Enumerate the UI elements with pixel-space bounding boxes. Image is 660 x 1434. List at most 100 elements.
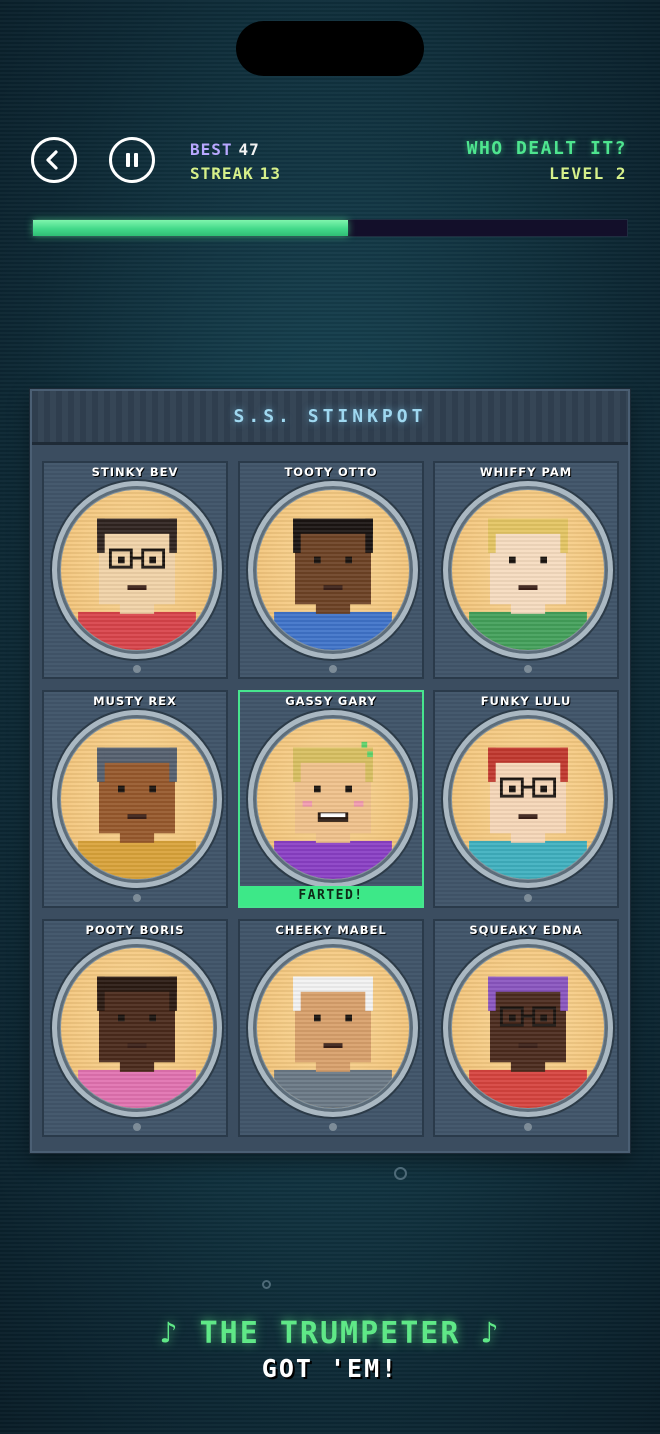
eye: [540, 1014, 547, 1022]
device-notch: [236, 21, 424, 76]
suspect-card[interactable]: POOTY BORIS: [42, 919, 228, 1137]
score-stats: BEST 47 STREAK 13: [190, 138, 281, 186]
glasses-lens: [141, 548, 166, 569]
suspect-name: POOTY BORIS: [85, 923, 185, 937]
bubble-decoration: [394, 1167, 407, 1180]
mouth: [127, 814, 147, 819]
shirt: [274, 840, 392, 879]
hair: [365, 747, 373, 782]
suspect-card[interactable]: STINKY BEV: [42, 461, 228, 679]
suspect-portrait: [469, 747, 587, 879]
suspect-name: GASSY GARY: [285, 694, 377, 708]
glasses-lens: [499, 777, 524, 798]
rivet: [133, 894, 141, 902]
glasses-lens: [532, 777, 557, 798]
suspect-portrait: [78, 747, 196, 879]
suspect-name: MUSTY REX: [93, 694, 177, 708]
hair: [488, 518, 568, 534]
glasses-lens: [532, 1006, 557, 1027]
teeth: [320, 813, 346, 818]
face: [99, 753, 175, 834]
face: [99, 524, 175, 605]
neck: [119, 1058, 155, 1072]
porthole-window: [61, 490, 213, 650]
game-header: WHO DEALT IT? LEVEL 2: [467, 137, 627, 187]
eye: [509, 785, 516, 793]
porthole: [248, 939, 418, 1117]
eye: [314, 1014, 321, 1022]
suspect-portrait: [78, 518, 196, 650]
glasses-bridge: [522, 785, 534, 789]
porthole: [443, 939, 613, 1117]
mouth: [317, 812, 349, 822]
hair: [97, 976, 105, 1011]
neck: [510, 600, 546, 614]
streak-label: STREAK: [190, 164, 254, 183]
pause-icon: [126, 153, 138, 167]
result-title: ♪ THE TRUMPETER ♪: [159, 1316, 501, 1351]
ship-header: S.S. STINKPOT: [32, 391, 628, 445]
hair: [97, 518, 177, 534]
suspect-card[interactable]: CHEEKY MABEL: [238, 919, 424, 1137]
suspect-name: WHIFFY PAM: [479, 465, 573, 479]
hair: [488, 747, 496, 782]
bubble-decoration: [262, 1280, 271, 1289]
suspect-card[interactable]: SQUEAKY EDNA: [433, 919, 619, 1137]
hair: [97, 976, 177, 992]
hair: [293, 518, 373, 534]
suspect-card[interactable]: GASSY GARY FARTED!: [238, 690, 424, 908]
eye: [509, 556, 516, 564]
porthole-window: [61, 719, 213, 879]
suspect-name: STINKY BEV: [91, 465, 179, 479]
suspect-name: FUNKY LULU: [480, 694, 572, 708]
hair: [169, 518, 177, 553]
hair: [560, 518, 568, 553]
face: [295, 982, 371, 1063]
mouth: [323, 1043, 343, 1048]
suspect-card[interactable]: WHIFFY PAM: [433, 461, 619, 679]
neck: [315, 600, 351, 614]
porthole-window: [257, 719, 409, 879]
back-button[interactable]: [31, 137, 77, 183]
eye: [345, 556, 352, 564]
hair: [488, 747, 568, 763]
best-value: 47: [238, 140, 260, 159]
progress-fill: [33, 220, 348, 236]
rivet: [329, 1123, 337, 1131]
eye: [540, 556, 547, 564]
eye: [149, 556, 156, 564]
pause-button[interactable]: [109, 137, 155, 183]
hair: [488, 518, 496, 553]
hair: [293, 976, 373, 992]
eye: [118, 1014, 125, 1022]
shirt: [78, 840, 196, 879]
progress-bar: [32, 219, 628, 237]
rivet: [524, 665, 532, 673]
cheek: [302, 800, 313, 807]
porthole: [248, 710, 418, 888]
mouth: [127, 1043, 147, 1048]
suspect-card[interactable]: FUNKY LULU: [433, 690, 619, 908]
glasses-bridge: [131, 556, 143, 560]
suspect-card[interactable]: TOOTY OTTO: [238, 461, 424, 679]
cheek: [353, 800, 364, 807]
ship-name: S.S. STINKPOT: [233, 406, 427, 427]
suspect-portrait: [274, 976, 392, 1108]
porthole: [248, 481, 418, 659]
eye: [149, 785, 156, 793]
suspect-card[interactable]: MUSTY REX: [42, 690, 228, 908]
hair: [560, 747, 568, 782]
hair: [293, 747, 373, 763]
suspect-portrait: [469, 976, 587, 1108]
porthole: [443, 710, 613, 888]
streak-row: STREAK 13: [190, 162, 281, 186]
best-label: BEST: [190, 140, 233, 159]
suspect-portrait: [78, 976, 196, 1108]
hair: [293, 747, 301, 782]
porthole: [443, 481, 613, 659]
shirt: [78, 1069, 196, 1108]
shirt: [469, 1069, 587, 1108]
shirt: [78, 611, 196, 650]
culprit-tag: FARTED!: [240, 886, 422, 906]
hair: [488, 976, 496, 1011]
